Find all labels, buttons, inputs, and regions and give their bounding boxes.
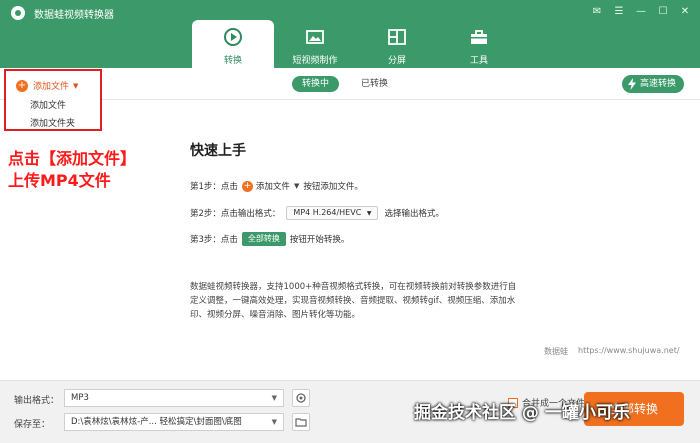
watermark-text: 掘金技术社区 @ 一罐小可乐 — [414, 403, 630, 423]
folder-icon — [295, 418, 307, 427]
step-2-suffix: 选择输出格式。 — [384, 209, 444, 219]
plus-icon: + — [241, 180, 253, 192]
convert-icon — [224, 28, 242, 46]
maximize-icon[interactable]: ☐ — [654, 4, 672, 20]
chevron-down-icon: ▼ — [73, 81, 79, 90]
fast-convert-label: 高速转换 — [639, 79, 676, 89]
output-format-value: MP3 — [71, 393, 89, 403]
save-path-value: D:\袁林炫\袁林炫-产... 轻松搞定\封面图\底图 — [71, 417, 242, 427]
step-3-suffix: 按钮开始转换。 — [289, 235, 350, 245]
add-file-dropdown: + 添加文件 ▼ 添加文件 添加文件夹 — [4, 69, 102, 131]
converted-tab[interactable]: 已转换 — [351, 76, 398, 92]
step-2: 第2步：点击输出格式： MP4 H.264/HEVC ▼ 选择输出格式。 — [190, 206, 444, 220]
feedback-icon[interactable]: ✉ — [588, 4, 606, 20]
format-example: MP4 H.264/HEVC ▼ — [286, 206, 379, 220]
annotation-line-2: 上传MP4文件 — [8, 171, 111, 190]
menu-item-add-folder[interactable]: 添加文件夹 — [30, 116, 75, 129]
tab-label: 转换 — [223, 56, 242, 66]
annotation-text: 点击【添加文件】 上传MP4文件 — [8, 148, 136, 192]
toolbox-icon — [471, 30, 487, 44]
image-icon — [306, 30, 324, 44]
open-folder-button[interactable] — [292, 413, 310, 431]
step-3-prefix: 第3步：点击 — [190, 235, 238, 245]
lightning-icon — [627, 78, 636, 90]
output-format-label: 输出格式： — [14, 396, 60, 406]
minimize-icon[interactable]: — — [632, 4, 650, 20]
sub-toolbar: 转换中 已转换 高速转换 — [0, 68, 700, 100]
tab-label: 工具 — [469, 56, 488, 66]
close-icon[interactable]: ✕ — [676, 4, 694, 20]
tab-split-screen[interactable]: 分屏 — [356, 20, 438, 68]
tab-label: 短视频制作 — [292, 56, 338, 66]
annotation-line-1: 点击【添加文件】 — [8, 149, 137, 168]
add-file-button[interactable]: + 添加文件 ▼ — [16, 79, 78, 92]
format-example-label: MP4 H.264/HEVC — [293, 208, 362, 217]
output-format-select[interactable]: MP3 ▼ — [64, 389, 284, 407]
tab-short-video[interactable]: 短视频制作 — [274, 20, 356, 68]
brand-url[interactable]: https://www.shujuwa.net/ — [578, 346, 680, 357]
tab-tools[interactable]: 工具 — [438, 20, 520, 68]
plus-icon: + — [16, 79, 28, 92]
save-path-field[interactable]: D:\袁林炫\袁林炫-产... 轻松搞定\封面图\底图 ▼ — [64, 413, 284, 431]
tab-convert[interactable]: 转换 — [192, 20, 274, 68]
chevron-down-icon: ▼ — [271, 394, 277, 402]
brand-footer: 数据蛙 https://www.shujuwa.net/ — [544, 346, 680, 357]
quick-start-guide: 快速上手 第1步：点击 + 添加文件 ▼ 按钮添加文件。 第2步：点击输出格式：… — [190, 140, 520, 320]
chevron-down-icon: ▼ — [366, 210, 372, 217]
save-to-label: 保存至： — [14, 420, 51, 430]
step-1-prefix: 第1步：点击 — [190, 182, 238, 192]
split-screen-icon — [388, 29, 406, 45]
step-1: 第1步：点击 + 添加文件 ▼ 按钮添加文件。 — [190, 180, 363, 192]
add-file-label: 添加文件 — [33, 82, 70, 92]
guide-title: 快速上手 — [190, 143, 246, 159]
guide-description: 数据蛙视频转换器，支持1000+种音视频格式转换，可在视频转换前对转换参数进行自… — [190, 282, 517, 320]
app-logo-icon — [11, 6, 25, 20]
settings-icon — [296, 393, 306, 403]
chevron-down-icon: ▼ — [271, 418, 277, 426]
app-title: 数据蛙视频转换器 — [34, 10, 114, 21]
step-2-prefix: 第2步：点击输出格式： — [190, 209, 281, 219]
step-1-button: 添加文件 — [255, 182, 290, 192]
brand-name: 数据蛙 — [544, 347, 568, 356]
fast-convert-button[interactable]: 高速转换 — [621, 75, 684, 93]
title-bar: 数据蛙视频转换器 ✉ ☰ — ☐ ✕ 转换 短视频制作 分屏 工具 — [0, 0, 700, 68]
tab-label: 分屏 — [387, 56, 406, 66]
step-3-button: 全部转换 — [241, 232, 286, 246]
menu-item-add-file[interactable]: 添加文件 — [30, 98, 66, 111]
converting-tab[interactable]: 转换中 — [292, 76, 340, 92]
menu-icon[interactable]: ☰ — [610, 4, 628, 20]
format-settings-button[interactable] — [292, 389, 310, 407]
step-1-suffix: 按钮添加文件。 — [303, 182, 363, 192]
step-3: 第3步：点击 全部转换 按钮开始转换。 — [190, 232, 349, 246]
chevron-down-icon: ▼ — [293, 182, 300, 190]
